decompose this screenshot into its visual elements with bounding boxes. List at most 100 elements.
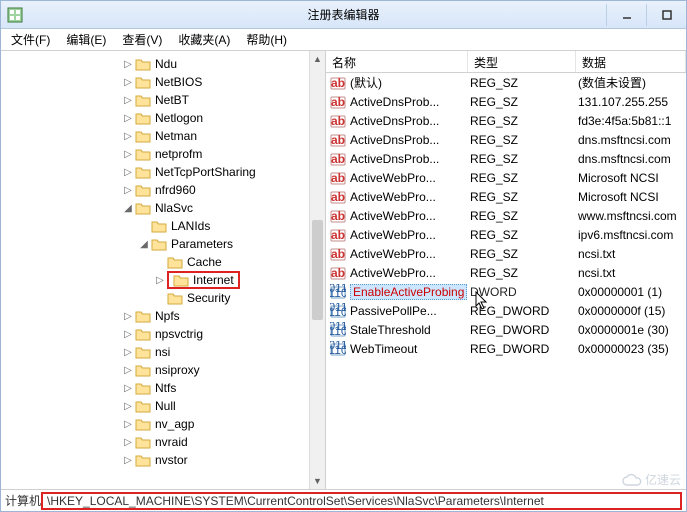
- scroll-thumb[interactable]: [312, 220, 323, 320]
- tree-node[interactable]: ▷ nvraid: [1, 433, 325, 451]
- value-name: ActiveDnsProb...: [350, 95, 439, 109]
- expand-icon[interactable]: ▷: [121, 437, 135, 448]
- status-bar: 计算机 \HKEY_LOCAL_MACHINE\SYSTEM\CurrentCo…: [1, 489, 686, 511]
- tree-node[interactable]: ▷Netman: [1, 127, 325, 145]
- menu-favorites[interactable]: 收藏夹(A): [172, 29, 236, 50]
- value-name: EnableActiveProbing: [350, 284, 467, 300]
- title-bar[interactable]: 注册表编辑器: [1, 1, 686, 29]
- menu-help[interactable]: 帮助(H): [240, 29, 293, 50]
- expand-icon[interactable]: ◢: [121, 203, 135, 214]
- columns-header[interactable]: 名称 类型 数据: [326, 51, 686, 73]
- tree-node[interactable]: ◢ NlaSvc: [1, 199, 325, 217]
- tree-node[interactable]: Security: [1, 289, 325, 307]
- value-row[interactable]: WebTimeoutREG_DWORD0x00000023 (35): [326, 339, 686, 358]
- tree-label: Npfs: [155, 309, 180, 323]
- value-row[interactable]: StaleThresholdREG_DWORD0x0000001e (30): [326, 320, 686, 339]
- value-row[interactable]: ActiveWebPro...REG_SZMicrosoft NCSI: [326, 187, 686, 206]
- tree-node[interactable]: ▷nsiproxy: [1, 361, 325, 379]
- tree-node[interactable]: ▷nsi: [1, 343, 325, 361]
- folder-icon: [151, 237, 167, 251]
- column-type[interactable]: 类型: [468, 51, 576, 72]
- expand-icon[interactable]: ▷: [121, 365, 135, 376]
- value-row[interactable]: ActiveWebPro...REG_SZipv6.msftncsi.com: [326, 225, 686, 244]
- tree-node[interactable]: ▷NetBT: [1, 91, 325, 109]
- value-name: ActiveDnsProb...: [350, 114, 439, 128]
- value-row[interactable]: EnableActiveProbing DWORD0x00000001 (1): [326, 282, 686, 301]
- value-name: ActiveDnsProb...: [350, 133, 439, 147]
- value-row[interactable]: PassivePollPe...REG_DWORD0x0000000f (15): [326, 301, 686, 320]
- value-name: ActiveWebPro...: [350, 228, 436, 242]
- folder-icon: [151, 219, 167, 233]
- tree-node[interactable]: LANIds: [1, 217, 325, 235]
- expand-icon[interactable]: ▷: [121, 455, 135, 466]
- tree-node[interactable]: ▷Ndu: [1, 55, 325, 73]
- tree-node[interactable]: ▷NetBIOS: [1, 73, 325, 91]
- value-name: ActiveWebPro...: [350, 247, 436, 261]
- tree-node[interactable]: ▷ Npfs: [1, 307, 325, 325]
- column-data[interactable]: 数据: [576, 51, 686, 72]
- tree-label: NlaSvc: [155, 201, 193, 215]
- expand-icon[interactable]: ▷: [121, 185, 135, 196]
- value-type: REG_SZ: [468, 171, 576, 185]
- tree-label: nv_agp: [155, 417, 194, 431]
- expand-icon[interactable]: ▷: [121, 113, 135, 124]
- expand-icon[interactable]: ▷: [121, 311, 135, 322]
- tree-node[interactable]: ▷Netlogon: [1, 109, 325, 127]
- expand-icon[interactable]: ▷: [121, 347, 135, 358]
- expand-icon[interactable]: ▷: [121, 149, 135, 160]
- tree-label: Parameters: [171, 237, 233, 251]
- value-row[interactable]: ActiveWebPro...REG_SZMicrosoft NCSI: [326, 168, 686, 187]
- value-row[interactable]: ActiveWebPro...REG_SZwww.msftncsi.com: [326, 206, 686, 225]
- value-type: REG_SZ: [468, 247, 576, 261]
- value-row[interactable]: ActiveDnsProb...REG_SZ131.107.255.255: [326, 92, 686, 111]
- column-name[interactable]: 名称: [326, 51, 468, 72]
- value-data: 0x0000000f (15): [576, 304, 686, 318]
- tree-scrollbar[interactable]: ▲ ▼: [309, 51, 325, 489]
- tree-node[interactable]: ▷ nv_agp: [1, 415, 325, 433]
- value-name: ActiveWebPro...: [350, 171, 436, 185]
- expand-icon[interactable]: ▷: [121, 59, 135, 70]
- string-value-icon: [330, 189, 346, 205]
- tree-node[interactable]: ▷Internet: [1, 271, 325, 289]
- folder-icon: [135, 453, 151, 467]
- expand-icon[interactable]: ▷: [121, 131, 135, 142]
- maximize-button[interactable]: [646, 4, 686, 26]
- value-row[interactable]: ActiveDnsProb...REG_SZdns.msftncsi.com: [326, 149, 686, 168]
- tree-node[interactable]: ▷NetTcpPortSharing: [1, 163, 325, 181]
- menu-edit[interactable]: 编辑(E): [60, 29, 112, 50]
- tree-node[interactable]: ▷npsvctrig: [1, 325, 325, 343]
- expand-icon[interactable]: ▷: [121, 167, 135, 178]
- expand-icon[interactable]: ▷: [121, 383, 135, 394]
- menu-file[interactable]: 文件(F): [5, 29, 56, 50]
- scroll-up-button[interactable]: ▲: [310, 51, 325, 67]
- tree-node[interactable]: ▷nfrd960: [1, 181, 325, 199]
- string-value-icon: [330, 246, 346, 262]
- tree-node[interactable]: Cache: [1, 253, 325, 271]
- scroll-down-button[interactable]: ▼: [310, 473, 325, 489]
- menu-bar: 文件(F) 编辑(E) 查看(V) 收藏夹(A) 帮助(H): [1, 29, 686, 51]
- tree-pane[interactable]: ▷Ndu▷NetBIOS▷NetBT▷Netlogon▷Netman▷netpr…: [1, 51, 326, 489]
- tree-node[interactable]: ▷netprofm: [1, 145, 325, 163]
- tree-node[interactable]: ▷Null: [1, 397, 325, 415]
- tree-label: nvraid: [155, 435, 188, 449]
- value-type: REG_SZ: [468, 133, 576, 147]
- expand-icon[interactable]: ▷: [121, 329, 135, 340]
- menu-view[interactable]: 查看(V): [116, 29, 168, 50]
- tree-node[interactable]: ◢ Parameters: [1, 235, 325, 253]
- minimize-button[interactable]: [606, 4, 646, 26]
- value-row[interactable]: ActiveDnsProb...REG_SZdns.msftncsi.com: [326, 130, 686, 149]
- expand-icon[interactable]: ▷: [121, 419, 135, 430]
- tree-node[interactable]: ▷nvstor: [1, 451, 325, 469]
- expand-icon[interactable]: ▷: [153, 275, 167, 286]
- value-row[interactable]: (默认)REG_SZ(数值未设置): [326, 73, 686, 92]
- status-path: \HKEY_LOCAL_MACHINE\SYSTEM\CurrentContro…: [41, 492, 682, 510]
- folder-icon: [135, 93, 151, 107]
- expand-icon[interactable]: ▷: [121, 95, 135, 106]
- value-row[interactable]: ActiveWebPro...REG_SZncsi.txt: [326, 244, 686, 263]
- expand-icon[interactable]: ▷: [121, 401, 135, 412]
- value-row[interactable]: ActiveWebPro...REG_SZncsi.txt: [326, 263, 686, 282]
- expand-icon[interactable]: ▷: [121, 77, 135, 88]
- value-row[interactable]: ActiveDnsProb...REG_SZfd3e:4f5a:5b81::1: [326, 111, 686, 130]
- tree-node[interactable]: ▷Ntfs: [1, 379, 325, 397]
- expand-icon[interactable]: ◢: [137, 239, 151, 250]
